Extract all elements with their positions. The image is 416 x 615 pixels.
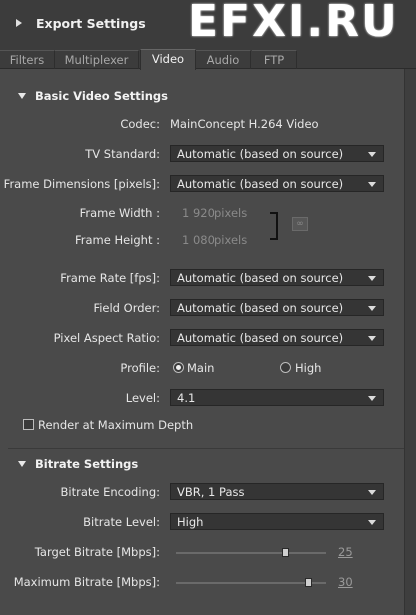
- profile-label: Profile:: [120, 361, 160, 375]
- max-bitrate-slider[interactable]: [176, 582, 326, 584]
- codec-value: MainConcept H.264 Video: [170, 117, 319, 131]
- frame-height-field[interactable]: 1 080: [182, 233, 215, 247]
- pixel-aspect-ratio-label: Pixel Aspect Ratio:: [53, 331, 160, 345]
- dropdown-arrow-icon: [368, 336, 376, 341]
- dropdown-arrow-icon: [368, 182, 376, 187]
- dropdown-arrow-icon: [368, 276, 376, 281]
- dropdown-arrow-icon: [368, 306, 376, 311]
- collapse-triangle-icon[interactable]: [16, 19, 22, 27]
- bitrate-encoding-dropdown[interactable]: VBR, 1 Pass: [170, 483, 384, 500]
- tv-standard-label: TV Standard:: [85, 147, 160, 161]
- basic-video-settings-header[interactable]: Basic Video Settings: [0, 86, 404, 108]
- frame-rate-value: Automatic (based on source): [177, 271, 344, 285]
- dropdown-arrow-icon: [368, 490, 376, 495]
- expand-triangle-icon[interactable]: [18, 93, 26, 99]
- constrain-bracket: [270, 212, 278, 240]
- tv-standard-dropdown[interactable]: Automatic (based on source): [170, 145, 384, 162]
- frame-dimensions-value: Automatic (based on source): [177, 177, 344, 191]
- tab-audio[interactable]: Audio: [196, 50, 251, 69]
- level-value: 4.1: [177, 391, 196, 405]
- field-order-value: Automatic (based on source): [177, 301, 344, 315]
- pixel-aspect-ratio-value: Automatic (based on source): [177, 331, 344, 345]
- tab-filters[interactable]: Filters: [0, 50, 55, 69]
- section-title: Bitrate Settings: [35, 457, 139, 471]
- section-divider: [8, 448, 404, 449]
- watermark: EFXI.RU: [188, 0, 399, 47]
- target-bitrate-value[interactable]: 25: [338, 545, 353, 559]
- tab-ftp[interactable]: FTP: [252, 50, 297, 69]
- frame-dimensions-dropdown[interactable]: Automatic (based on source): [170, 175, 384, 192]
- level-dropdown[interactable]: 4.1: [170, 389, 384, 406]
- profile-main-radio[interactable]: [173, 362, 184, 373]
- scrollbar[interactable]: [404, 69, 416, 615]
- profile-main-label[interactable]: Main: [187, 361, 214, 375]
- export-settings-header[interactable]: Export Settings EFXI.RU: [0, 0, 416, 47]
- frame-dimensions-label: Frame Dimensions [pixels]:: [3, 177, 160, 191]
- level-label: Level:: [125, 391, 160, 405]
- bitrate-level-value: High: [177, 515, 204, 529]
- export-settings-title: Export Settings: [36, 16, 146, 31]
- max-bitrate-value[interactable]: 30: [338, 575, 353, 589]
- profile-high-radio[interactable]: [280, 362, 291, 373]
- tab-strip: Filters Multiplexer Video Audio FTP: [0, 44, 416, 70]
- section-title: Basic Video Settings: [35, 89, 168, 103]
- bitrate-level-dropdown[interactable]: High: [170, 513, 384, 530]
- max-bitrate-thumb[interactable]: [305, 578, 312, 587]
- tab-multiplexer[interactable]: Multiplexer: [55, 50, 139, 69]
- target-bitrate-thumb[interactable]: [282, 548, 289, 557]
- field-order-label: Field Order:: [93, 301, 160, 315]
- target-bitrate-label: Target Bitrate [Mbps]:: [34, 545, 160, 559]
- bitrate-encoding-label: Bitrate Encoding:: [60, 485, 160, 499]
- field-order-dropdown[interactable]: Automatic (based on source): [170, 299, 384, 316]
- frame-height-unit: pixels: [214, 233, 248, 247]
- dropdown-arrow-icon: [368, 520, 376, 525]
- frame-width-label: Frame Width :: [79, 206, 160, 220]
- render-max-depth-label[interactable]: Render at Maximum Depth: [38, 418, 193, 432]
- bitrate-settings-header[interactable]: Bitrate Settings: [0, 454, 404, 476]
- frame-height-label: Frame Height :: [74, 233, 160, 247]
- tv-standard-value: Automatic (based on source): [177, 147, 344, 161]
- dropdown-arrow-icon: [368, 396, 376, 401]
- bitrate-encoding-value: VBR, 1 Pass: [177, 485, 245, 499]
- tab-video[interactable]: Video: [140, 49, 196, 70]
- profile-high-label[interactable]: High: [295, 361, 321, 375]
- frame-width-field[interactable]: 1 920: [182, 206, 215, 220]
- expand-triangle-icon[interactable]: [18, 461, 26, 467]
- max-bitrate-label: Maximum Bitrate [Mbps]:: [13, 575, 160, 589]
- bitrate-level-label: Bitrate Level:: [83, 515, 160, 529]
- link-icon[interactable]: ∞: [292, 217, 308, 231]
- pixel-aspect-ratio-dropdown[interactable]: Automatic (based on source): [170, 329, 384, 346]
- frame-rate-dropdown[interactable]: Automatic (based on source): [170, 269, 384, 286]
- frame-rate-label: Frame Rate [fps]:: [60, 271, 160, 285]
- target-bitrate-slider[interactable]: [176, 552, 326, 554]
- codec-label: Codec:: [120, 117, 160, 131]
- dropdown-arrow-icon: [368, 152, 376, 157]
- render-max-depth-checkbox[interactable]: [23, 419, 34, 430]
- frame-width-unit: pixels: [214, 206, 248, 220]
